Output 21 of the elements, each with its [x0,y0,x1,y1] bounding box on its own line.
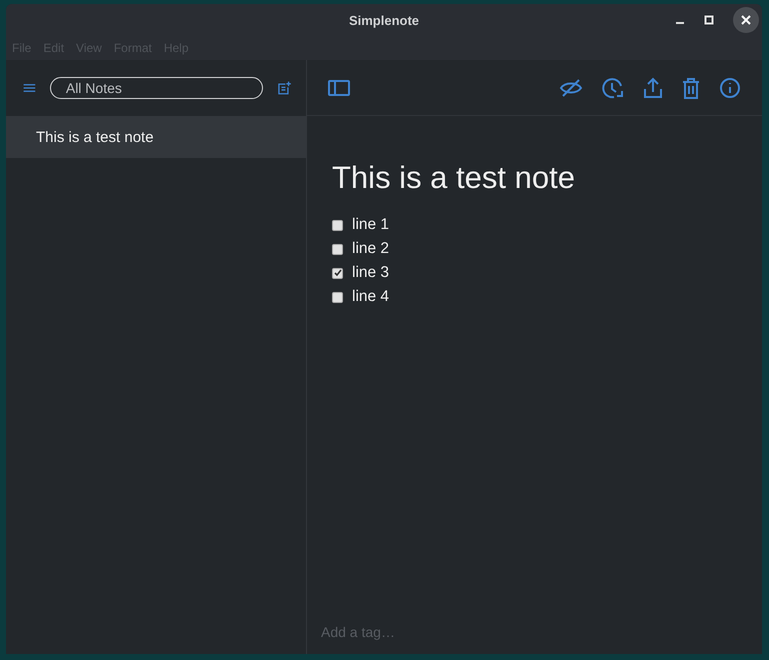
share-icon[interactable] [643,76,663,98]
history-icon[interactable] [602,76,624,98]
maximize-icon[interactable] [704,15,714,25]
trash-icon[interactable] [682,76,700,98]
checkbox[interactable] [332,220,343,230]
checkbox[interactable] [332,268,343,278]
window-title: Simplenote [348,12,420,28]
close-icon [741,15,751,25]
checklist-item: line 4 [352,288,390,306]
close-button[interactable] [733,7,759,33]
note-list-item[interactable]: This is a test note [6,116,306,158]
eye-slash-icon[interactable] [559,78,583,98]
checklist-item: line 3 [352,264,390,282]
info-icon[interactable] [719,76,741,98]
sidebar-toggle-icon[interactable] [328,78,350,96]
checkbox[interactable] [332,292,343,302]
note-title: This is a test note [332,160,576,196]
checkbox[interactable] [332,244,343,254]
search-field[interactable]: All Notes [50,77,263,99]
checklist-item: line 2 [352,240,390,258]
checklist-item: line 1 [352,216,390,234]
